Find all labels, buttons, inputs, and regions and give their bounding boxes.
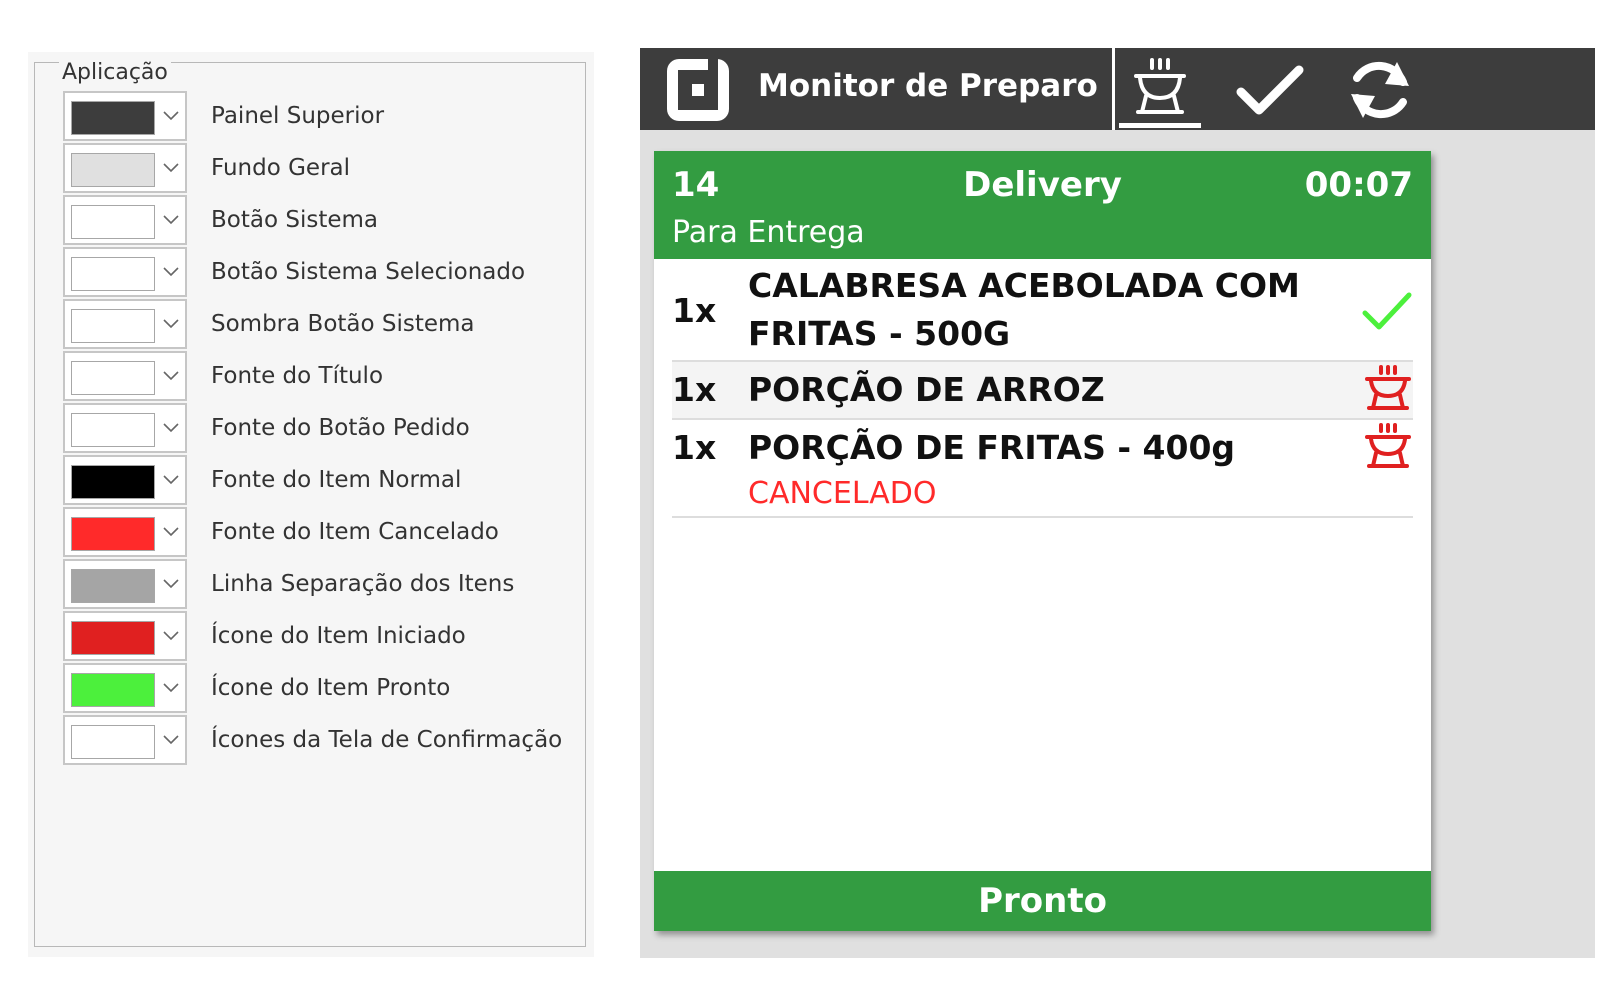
top-panel: Monitor de Preparo bbox=[640, 48, 1595, 130]
color-setting-row: Botão Sistema bbox=[63, 195, 583, 245]
cooking-pot-icon bbox=[1365, 423, 1411, 468]
color-swatch bbox=[71, 205, 155, 239]
color-swatch bbox=[71, 725, 155, 759]
color-setting-label: Fonte do Botão Pedido bbox=[211, 415, 470, 441]
color-picker-dropdown[interactable] bbox=[63, 663, 187, 713]
item-quantity: 1x bbox=[672, 291, 717, 330]
chevron-down-icon bbox=[163, 111, 179, 121]
color-setting-row: Botão Sistema Selecionado bbox=[63, 247, 583, 297]
color-setting-label: Fundo Geral bbox=[211, 155, 351, 181]
group-title: Aplicação bbox=[59, 61, 171, 85]
order-mode: Para Entrega bbox=[672, 215, 865, 250]
item-quantity: 1x bbox=[672, 370, 717, 409]
color-setting-label: Linha Separação dos Itens bbox=[211, 571, 515, 597]
order-item[interactable]: 1x PORÇÃO DE ARROZ bbox=[672, 362, 1413, 420]
color-setting-row: Fonte do Título bbox=[63, 351, 583, 401]
check-icon bbox=[1236, 65, 1304, 115]
color-setting-row: Fonte do Item Normal bbox=[63, 455, 583, 505]
item-name-line1: CALABRESA ACEBOLADA COM bbox=[748, 266, 1300, 305]
color-setting-label: Fonte do Título bbox=[211, 363, 384, 389]
check-icon bbox=[1362, 292, 1412, 330]
chevron-down-icon bbox=[163, 423, 179, 433]
order-card[interactable]: 14 Delivery 00:07 Para Entrega 1x CALABR… bbox=[654, 151, 1431, 931]
color-picker-dropdown[interactable] bbox=[63, 507, 187, 557]
order-item[interactable]: 1x CALABRESA ACEBOLADA COM FRITAS - 500G bbox=[672, 259, 1413, 362]
color-setting-label: Fonte do Item Normal bbox=[211, 467, 462, 493]
color-setting-label: Botão Sistema bbox=[211, 207, 378, 233]
color-swatch bbox=[71, 621, 155, 655]
item-quantity: 1x bbox=[672, 428, 717, 467]
color-picker-dropdown[interactable] bbox=[63, 559, 187, 609]
color-picker-dropdown[interactable] bbox=[63, 715, 187, 765]
color-setting-row: Fonte do Item Cancelado bbox=[63, 507, 583, 557]
chevron-down-icon bbox=[163, 735, 179, 745]
app-title: Monitor de Preparo bbox=[758, 68, 1098, 104]
color-setting-row: Ícones da Tela de Confirmação bbox=[63, 715, 583, 765]
color-setting-label: Painel Superior bbox=[211, 103, 385, 129]
item-name-line1: PORÇÃO DE ARROZ bbox=[748, 370, 1105, 409]
color-swatch bbox=[71, 569, 155, 603]
color-setting-label: Fonte do Item Cancelado bbox=[211, 519, 499, 545]
color-setting-row: Sombra Botão Sistema bbox=[63, 299, 583, 349]
chevron-down-icon bbox=[163, 579, 179, 589]
chevron-down-icon bbox=[163, 371, 179, 381]
chevron-down-icon bbox=[163, 527, 179, 537]
color-picker-dropdown[interactable] bbox=[63, 611, 187, 661]
color-setting-row: Ícone do Item Pronto bbox=[63, 663, 583, 713]
color-setting-label: Ícone do Item Iniciado bbox=[211, 623, 466, 649]
color-setting-row: Ícone do Item Iniciado bbox=[63, 611, 583, 661]
color-setting-label: Ícone do Item Pronto bbox=[211, 675, 451, 701]
color-swatch bbox=[71, 361, 155, 395]
color-swatch bbox=[71, 153, 155, 187]
color-picker-dropdown[interactable] bbox=[63, 403, 187, 453]
refresh-button[interactable] bbox=[1330, 48, 1420, 130]
color-picker-dropdown[interactable] bbox=[63, 247, 187, 297]
in-preparation-button[interactable] bbox=[1115, 48, 1205, 130]
chevron-down-icon bbox=[163, 631, 179, 641]
order-header: 14 Delivery 00:07 Para Entrega bbox=[654, 151, 1431, 259]
color-swatch bbox=[71, 309, 155, 343]
color-picker-dropdown[interactable] bbox=[63, 299, 187, 349]
chevron-down-icon bbox=[163, 319, 179, 329]
color-picker-dropdown[interactable] bbox=[63, 455, 187, 505]
ready-button[interactable]: Pronto bbox=[654, 871, 1431, 931]
item-name-line1: PORÇÃO DE FRITAS - 400g bbox=[748, 428, 1236, 467]
cooking-pot-icon bbox=[1365, 365, 1411, 410]
color-swatch bbox=[71, 101, 155, 135]
color-setting-row: Fonte do Botão Pedido bbox=[63, 403, 583, 453]
color-picker-dropdown[interactable] bbox=[63, 195, 187, 245]
color-setting-row: Linha Separação dos Itens bbox=[63, 559, 583, 609]
color-swatch bbox=[71, 673, 155, 707]
monitor-preview: Monitor de Preparo 14 Delivery 00:07 Par… bbox=[640, 48, 1595, 958]
color-setting-label: Ícones da Tela de Confirmação bbox=[211, 727, 563, 753]
order-item[interactable]: 1x PORÇÃO DE FRITAS - 400g CANCELADO bbox=[672, 420, 1413, 518]
chevron-down-icon bbox=[163, 267, 179, 277]
color-setting-row: Fundo Geral bbox=[63, 143, 583, 193]
app-logo-icon bbox=[667, 59, 729, 121]
refresh-icon bbox=[1351, 61, 1409, 119]
color-setting-row: Painel Superior bbox=[63, 91, 583, 141]
color-picker-dropdown[interactable] bbox=[63, 91, 187, 141]
order-elapsed-time: 00:07 bbox=[1304, 165, 1413, 205]
chevron-down-icon bbox=[163, 163, 179, 173]
color-swatch bbox=[71, 257, 155, 291]
color-picker-dropdown[interactable] bbox=[63, 351, 187, 401]
color-swatch bbox=[71, 465, 155, 499]
item-cancelled-status: CANCELADO bbox=[748, 476, 937, 511]
color-settings-panel: Aplicação Painel Superior Fundo Geral Botã… bbox=[28, 52, 594, 957]
cooking-pot-icon bbox=[1134, 58, 1186, 114]
color-picker-dropdown[interactable] bbox=[63, 143, 187, 193]
application-groupbox: Aplicação Painel Superior Fundo Geral Botã… bbox=[34, 61, 586, 947]
chevron-down-icon bbox=[163, 475, 179, 485]
chevron-down-icon bbox=[163, 215, 179, 225]
color-swatch bbox=[71, 413, 155, 447]
chevron-down-icon bbox=[163, 683, 179, 693]
color-setting-label: Sombra Botão Sistema bbox=[211, 311, 475, 337]
color-swatch bbox=[71, 517, 155, 551]
item-name-line2: FRITAS - 500G bbox=[748, 314, 1011, 353]
color-setting-label: Botão Sistema Selecionado bbox=[211, 259, 526, 285]
ready-items-button[interactable] bbox=[1220, 48, 1310, 130]
